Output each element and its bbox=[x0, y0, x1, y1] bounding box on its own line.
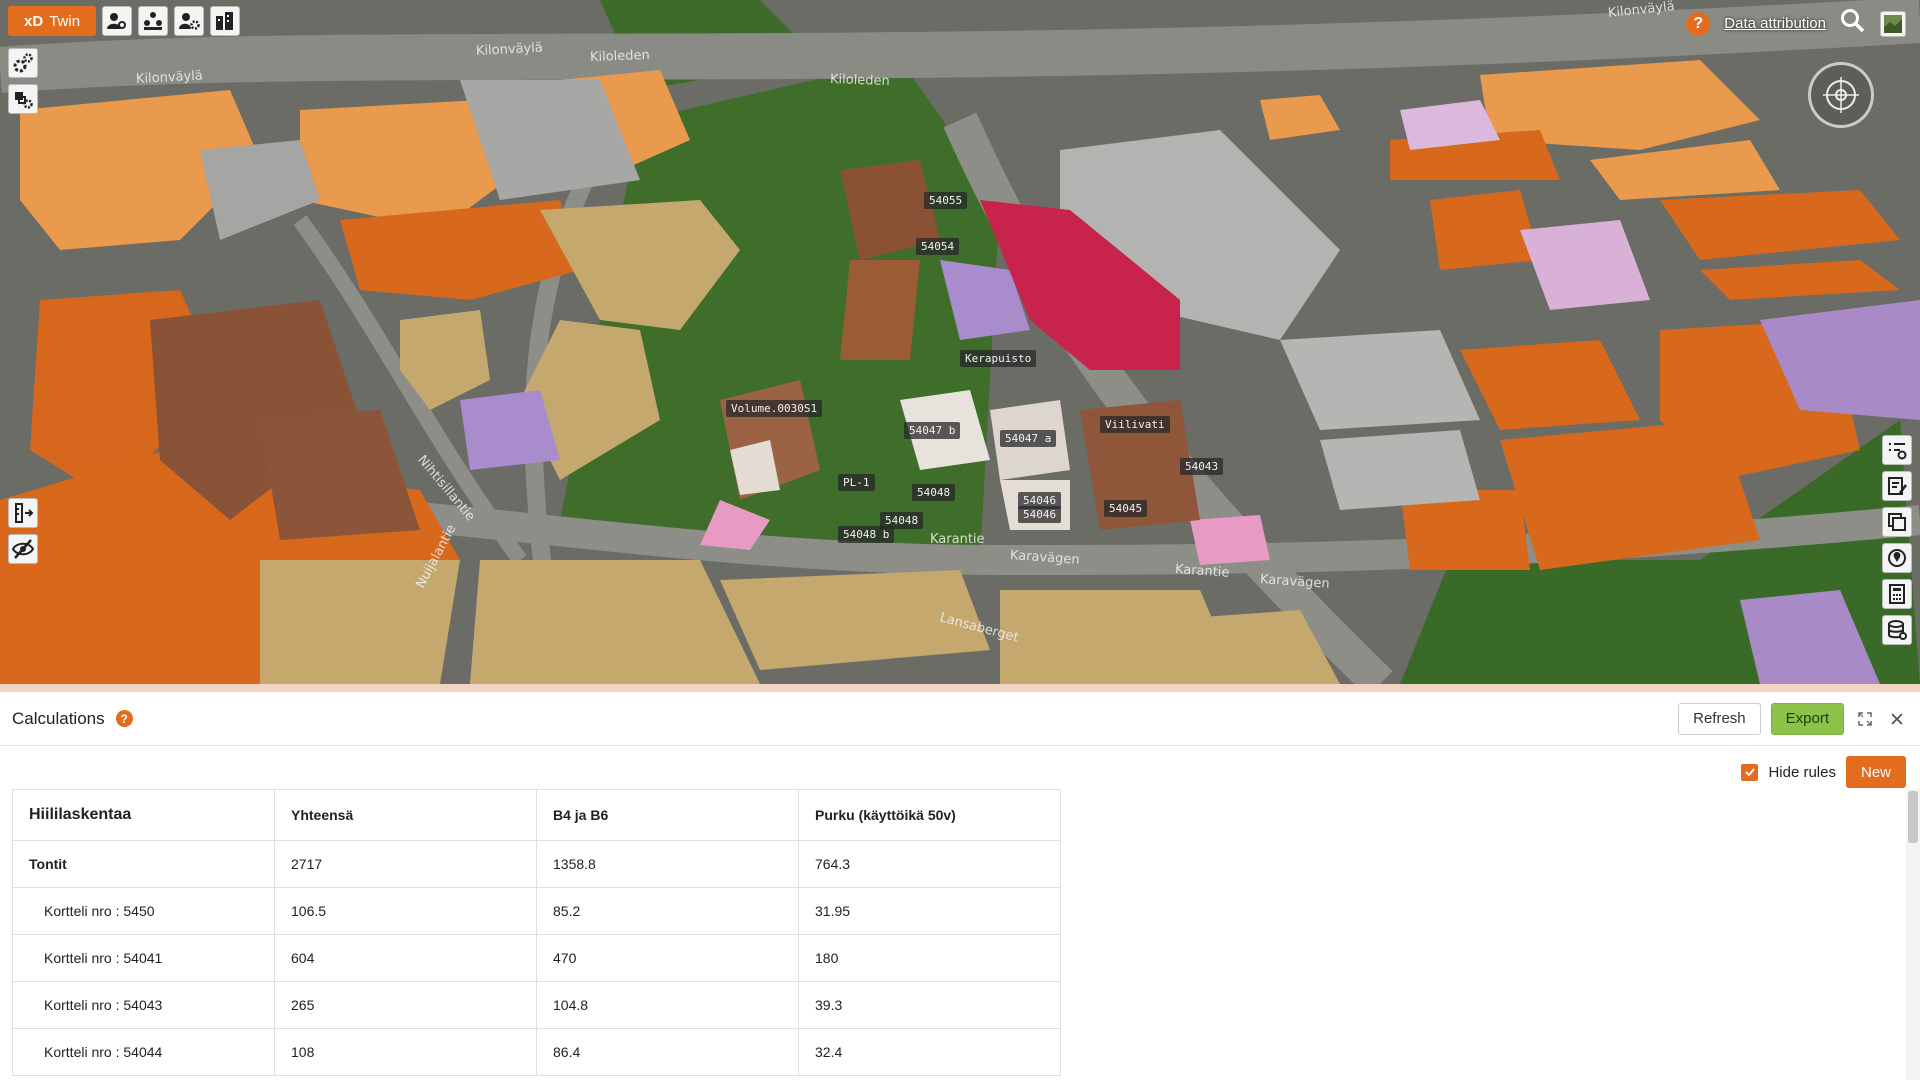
map-label: 54047 b bbox=[904, 422, 961, 439]
export-button[interactable]: Export bbox=[1770, 702, 1844, 735]
table-cell: Kortteli nro : 54043 bbox=[12, 981, 275, 1029]
table-row[interactable]: Kortteli nro : 5450 106.5 85.2 31.95 bbox=[12, 887, 1061, 935]
map-label: Viilivati bbox=[1100, 416, 1170, 433]
map-label: 54048 b bbox=[838, 526, 895, 543]
panel-header: Calculations ? Refresh Export bbox=[0, 692, 1920, 746]
map-label: Volume.0030S1 bbox=[726, 400, 823, 417]
data-attribution-link[interactable]: Data attribution bbox=[1724, 15, 1826, 32]
copy-layers-icon[interactable] bbox=[1882, 507, 1912, 537]
table-cell: 764.3 bbox=[798, 840, 1061, 888]
calculation-table: Hiililaskentaa Yhteensä B4 ja B6 Purku (… bbox=[12, 789, 1061, 1076]
buildings-icon[interactable] bbox=[210, 6, 241, 36]
column-header: Hiililaskentaa bbox=[12, 789, 275, 841]
table-cell: Kortteli nro : 54041 bbox=[12, 934, 275, 982]
table-cell: Kortteli nro : 54044 bbox=[12, 1028, 275, 1076]
table-row[interactable]: Kortteli nro : 54041 604 470 180 bbox=[12, 934, 1061, 982]
close-icon[interactable] bbox=[1886, 708, 1908, 730]
map-label: 54045 bbox=[1104, 500, 1148, 517]
scrollbar-thumb[interactable] bbox=[1908, 791, 1918, 843]
settings-icon[interactable] bbox=[8, 48, 38, 78]
basemap-icon[interactable] bbox=[1880, 10, 1906, 37]
table-cell: 106.5 bbox=[274, 887, 537, 935]
map-label: 54048 bbox=[912, 484, 956, 501]
table-cell: 86.4 bbox=[536, 1028, 799, 1076]
column-header: Purku (käyttöikä 50v) bbox=[798, 789, 1061, 841]
table-cell: 39.3 bbox=[798, 981, 1061, 1029]
column-header: B4 ja B6 bbox=[536, 789, 799, 841]
refresh-button[interactable]: Refresh bbox=[1678, 702, 1761, 735]
map-label: 54055 bbox=[924, 192, 968, 209]
map-label: 54043 bbox=[1180, 458, 1224, 475]
user-gear-icon[interactable] bbox=[174, 6, 205, 36]
table-row[interactable]: Tontit 2717 1358.8 764.3 bbox=[12, 840, 1061, 888]
table-cell: 180 bbox=[798, 934, 1061, 982]
app-brand[interactable]: xD Twin bbox=[8, 6, 97, 36]
panel-scrollbar[interactable] bbox=[1906, 789, 1920, 1080]
top-toolbar: xD Twin bbox=[8, 6, 241, 36]
table-cell: 32.4 bbox=[798, 1028, 1061, 1076]
map-label: Kerapuisto bbox=[960, 350, 1037, 367]
table-cell: 2717 bbox=[274, 840, 537, 888]
table-cell: 1358.8 bbox=[536, 840, 799, 888]
map-label: 54054 bbox=[916, 238, 960, 255]
database-icon[interactable] bbox=[1882, 615, 1912, 645]
map-view[interactable]: Kilonväylä Kiloleden Kilonväylä Kilolede… bbox=[0, 0, 1920, 684]
measure-icon[interactable] bbox=[8, 498, 38, 528]
table-row[interactable]: Kortteli nro : 54044 108 86.4 32.4 bbox=[12, 1028, 1061, 1076]
street-label: Kiloleden bbox=[589, 47, 651, 65]
table-header-row: Hiililaskentaa Yhteensä B4 ja B6 Purku (… bbox=[12, 789, 1061, 841]
hide-rules-checkbox[interactable] bbox=[1741, 763, 1759, 781]
expand-icon[interactable] bbox=[1854, 708, 1876, 730]
new-button[interactable]: New bbox=[1845, 756, 1906, 788]
table-cell: Kortteli nro : 5450 bbox=[12, 887, 275, 935]
street-label: Kiloleden bbox=[829, 72, 891, 90]
table-cell: 265 bbox=[274, 981, 537, 1029]
map-label: 54047 a bbox=[1000, 430, 1057, 447]
visibility-off-icon[interactable] bbox=[8, 534, 38, 564]
help-icon[interactable]: ? bbox=[1686, 11, 1711, 36]
notes-icon[interactable] bbox=[1882, 471, 1912, 501]
calculator-icon[interactable] bbox=[1882, 579, 1912, 609]
map-pin-icon[interactable] bbox=[1882, 543, 1912, 573]
top-right-controls: ? Data attribution bbox=[1686, 8, 1906, 39]
table-row[interactable]: Kortteli nro : 54043 265 104.8 39.3 bbox=[12, 981, 1061, 1029]
calculations-panel: Calculations ? Refresh Export Hide rules… bbox=[0, 692, 1920, 1080]
table-cell: Tontit bbox=[12, 840, 275, 888]
left-toolbar-mid bbox=[8, 498, 38, 564]
panel-title: Calculations bbox=[12, 708, 105, 728]
street-label: Karantie bbox=[930, 532, 985, 547]
left-toolbar-top bbox=[8, 48, 38, 114]
search-icon[interactable] bbox=[1840, 8, 1866, 39]
compass-icon[interactable] bbox=[1808, 62, 1874, 128]
right-toolbar bbox=[1882, 435, 1912, 645]
panel-resize-handle[interactable] bbox=[0, 684, 1920, 692]
help-icon[interactable]: ? bbox=[115, 710, 133, 727]
legend-list-icon[interactable] bbox=[1882, 435, 1912, 465]
panel-actions: Refresh Export bbox=[1678, 702, 1908, 735]
table-cell: 85.2 bbox=[536, 887, 799, 935]
brand-secondary: Twin bbox=[49, 12, 81, 30]
map-canvas[interactable] bbox=[0, 0, 1920, 684]
hide-rules-label: Hide rules bbox=[1768, 763, 1836, 781]
column-header: Yhteensä bbox=[274, 789, 537, 841]
layers-settings-icon[interactable] bbox=[8, 84, 38, 114]
table-cell: 108 bbox=[274, 1028, 537, 1076]
table-cell: 470 bbox=[536, 934, 799, 982]
group-settings-icon[interactable] bbox=[138, 6, 169, 36]
panel-subbar: Hide rules New bbox=[0, 746, 1920, 788]
table-cell: 104.8 bbox=[536, 981, 799, 1029]
map-label: 54046 bbox=[1018, 506, 1062, 523]
table-cell: 604 bbox=[274, 934, 537, 982]
table-cell: 31.95 bbox=[798, 887, 1061, 935]
brand-primary: xD bbox=[24, 12, 44, 30]
map-label: PL-1 bbox=[838, 474, 875, 491]
users-settings-icon[interactable] bbox=[102, 6, 133, 36]
